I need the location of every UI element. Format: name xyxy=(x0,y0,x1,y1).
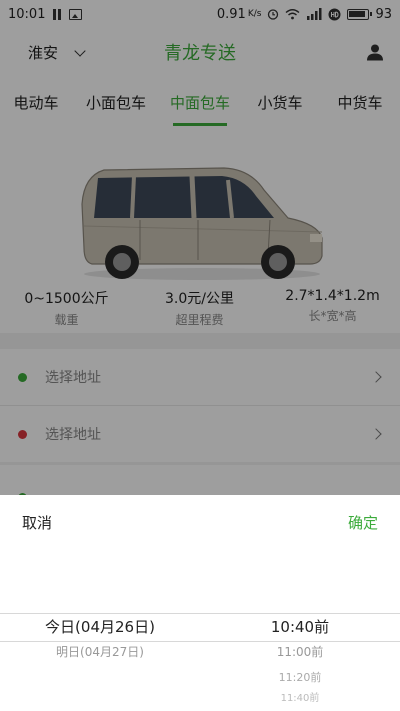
time-option[interactable]: 11:00前 xyxy=(220,640,380,665)
day-option[interactable]: 明日(04月27日) xyxy=(10,640,190,665)
time-option-selected[interactable]: 10:40前 xyxy=(220,615,380,640)
time-picker[interactable]: 10:40前 11:00前 11:20前 11:40前 xyxy=(220,615,380,708)
day-option-selected[interactable]: 今日(04月26日) xyxy=(10,615,190,640)
cancel-button[interactable]: 取消 xyxy=(22,512,52,533)
time-picker-sheet: 取消 确定 今日(04月26日) 明日(04月27日) 10:40前 11:00… xyxy=(0,495,400,711)
picker-selection-line-top xyxy=(0,613,400,614)
time-option[interactable]: 11:20前 xyxy=(220,665,380,690)
time-option[interactable]: 11:40前 xyxy=(220,690,380,708)
day-picker[interactable]: 今日(04月26日) 明日(04月27日) xyxy=(10,615,190,665)
confirm-button[interactable]: 确定 xyxy=(348,512,378,533)
